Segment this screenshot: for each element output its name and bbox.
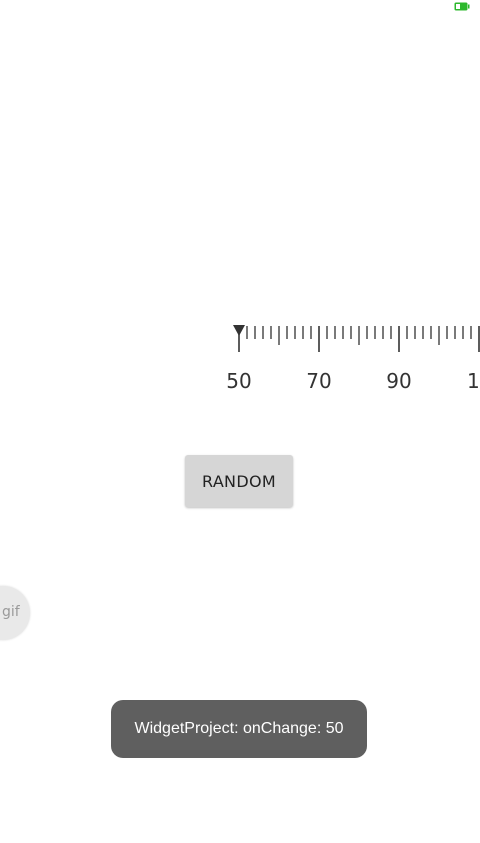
ruler-labels: 50 70 90 11 (226, 369, 480, 393)
ruler-picker[interactable]: 50 70 90 11 (0, 318, 480, 398)
triangle-pointer-icon (233, 325, 245, 336)
app-screen: 50 70 90 11 RANDOM gif WidgetProject: onCha… (0, 0, 480, 843)
gif-label: gif (2, 604, 20, 620)
battery-icon (454, 2, 470, 11)
ruler-label: 50 (226, 369, 251, 393)
toast-text: WidgetProject: onChange: 50 (134, 720, 344, 737)
random-button[interactable]: RANDOM (185, 455, 293, 507)
ruler-label: 11 (467, 369, 480, 393)
ruler-label: 70 (306, 369, 331, 393)
ruler-scale[interactable]: 50 70 90 11 (0, 318, 480, 398)
ruler-ticks (238, 326, 480, 352)
ruler-label: 90 (386, 369, 411, 393)
gif-floating-button[interactable]: gif (0, 586, 30, 640)
toast-message: WidgetProject: onChange: 50 (111, 700, 367, 758)
